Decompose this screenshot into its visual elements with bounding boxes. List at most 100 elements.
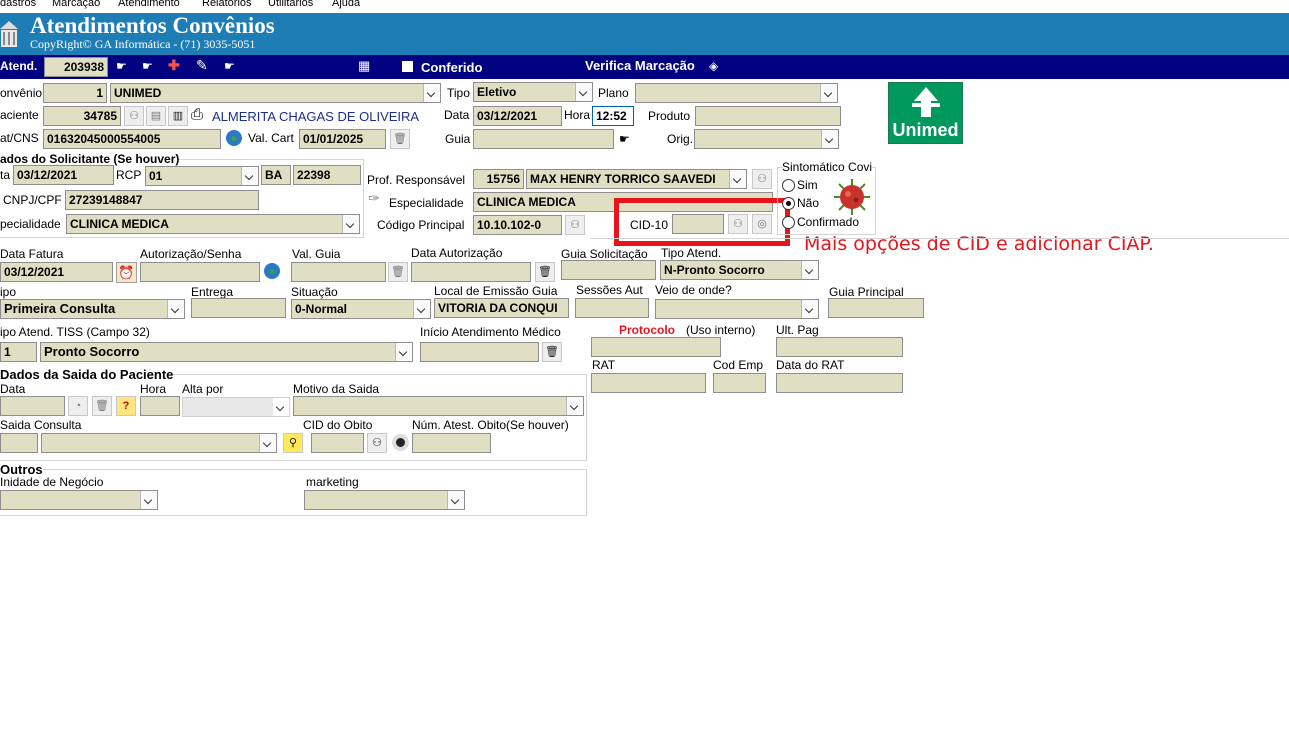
saida-hora-field[interactable] [140,396,180,416]
eraser-icon[interactable]: ◈ [709,59,718,73]
guia-principal-field[interactable] [828,298,924,318]
uf-field[interactable]: BA [261,165,291,185]
menu-relatorios[interactable]: Relatorios [202,0,252,9]
chevron-down-icon[interactable] [820,84,837,102]
calculator-icon[interactable]: ▦ [358,58,370,74]
target-icon[interactable]: ◎ [752,214,772,234]
tiss-select[interactable]: Pronto Socorro [40,342,413,362]
codigo-principal-field[interactable]: 10.10.102-0 [473,215,562,235]
data-rat-field[interactable] [776,373,903,393]
atend-number-field[interactable]: 203938 [44,57,108,77]
edit-document-icon[interactable]: ✎ [196,57,208,74]
marketing-select[interactable] [304,490,465,510]
binoculars-icon[interactable]: ⚇ [752,169,772,189]
chevron-down-icon[interactable] [273,398,289,416]
num-atest-field[interactable] [412,433,491,453]
trash-icon[interactable]: 🗑 [92,396,112,416]
conferido-checkbox[interactable] [402,61,413,72]
hora-field[interactable]: 12:52 [592,106,634,126]
data-autorizacao-field[interactable] [411,262,531,282]
ult-pag-field[interactable] [776,337,903,357]
globe-icon[interactable]: ● [226,130,242,146]
paciente-code-field[interactable]: 34785 [43,106,121,126]
val-guia-field[interactable] [291,262,386,282]
cod-emp-field[interactable] [713,373,766,393]
binoculars-icon[interactable]: ⚇ [728,214,748,234]
chevron-down-icon[interactable] [821,130,838,148]
guia-field[interactable] [473,129,614,149]
entrega-field[interactable] [191,298,286,318]
autorizacao-field[interactable] [140,262,260,282]
tipo-atend-select[interactable]: N-Pronto Socorro [660,260,819,280]
rcp-select[interactable]: 01 [145,166,259,186]
chevron-down-icon[interactable] [140,491,157,509]
prof-select[interactable]: MAX HENRY TORRICO SAAVEDI [526,169,747,189]
saida-consulta-code-field[interactable] [0,433,38,453]
cid10-field[interactable] [672,214,724,234]
guia-solicitacao-field[interactable] [561,260,656,280]
tipo-select[interactable]: Eletivo [473,82,593,102]
sessoes-aut-field[interactable] [575,298,649,318]
chevron-down-icon[interactable] [423,84,440,102]
trash-icon[interactable]: 🗑 [535,262,555,282]
globe-icon[interactable]: ● [264,263,280,279]
binoculars-icon[interactable]: ⚇ [367,433,387,453]
protocolo-field[interactable] [591,337,721,357]
chevron-down-icon[interactable] [413,300,430,318]
trash-icon[interactable]: 🗑 [542,342,562,362]
chevron-down-icon[interactable] [801,300,818,318]
motivo-saida-select[interactable] [293,396,584,416]
tipo2-select[interactable]: Primeira Consulta [0,299,185,319]
situacao-select[interactable]: 0-Normal [291,299,431,319]
veio-de-onde-select[interactable] [655,299,819,319]
notebook-icon[interactable]: ▥ [168,106,188,126]
trash-icon[interactable]: 🗑 [390,129,410,149]
record-icon[interactable] [392,434,409,451]
data-fatura-field[interactable]: 03/12/2021 [0,262,113,282]
pen-icon[interactable]: ✑ [368,190,380,207]
clock-icon[interactable]: ◔ [68,396,88,416]
cid-obito-field[interactable] [311,433,364,453]
val-cart-field[interactable]: 01/01/2025 [299,129,386,149]
chevron-down-icon[interactable] [259,434,276,452]
data-field[interactable]: 03/12/2021 [473,106,562,126]
menu-cadastros[interactable]: dastros [0,0,36,9]
hand-pointer-icon[interactable]: ☛ [142,59,153,73]
chevron-down-icon[interactable] [395,343,412,361]
unidade-negocio-select[interactable] [0,490,158,510]
add-icon[interactable]: ✚ [168,57,180,74]
hand-pointer-icon[interactable]: ☛ [224,59,235,73]
solicitante-data-field[interactable]: 03/12/2021 [13,165,114,185]
prof-code-field[interactable]: 15756 [473,169,524,189]
chevron-down-icon[interactable] [342,215,359,233]
radio-nao[interactable] [782,197,795,210]
menu-ajuda[interactable]: Ajuda [332,0,360,9]
document-icon[interactable]: ▤ [146,106,166,126]
local-emissao-field[interactable]: VITORIA DA CONQUI [434,298,569,318]
cnpj-field[interactable]: 27239148847 [65,190,259,210]
rat-field[interactable] [591,373,706,393]
cns-field[interactable]: 01632045000554005 [43,129,221,149]
chevron-down-icon[interactable] [801,261,818,279]
chevron-down-icon[interactable] [447,491,464,509]
alarm-clock-icon[interactable]: ⏰ [116,262,137,283]
plano-select[interactable] [635,83,838,103]
inicio-atendimento-field[interactable] [420,342,539,362]
saida-data-field[interactable] [0,396,65,416]
alta-por-select[interactable] [182,397,290,417]
menu-utilitarios[interactable]: Utilitarios [268,0,313,9]
printer-icon[interactable]: ⎙ [191,106,203,123]
hand-pointer-icon[interactable]: ☛ [116,59,127,73]
hand-pointer-icon[interactable]: ☛ [619,132,630,146]
convenio-select[interactable]: UNIMED [110,83,441,103]
chevron-down-icon[interactable] [241,167,258,185]
chevron-down-icon[interactable] [575,83,592,101]
radio-sim[interactable] [782,179,795,192]
walking-person-icon[interactable]: ⚲ [283,433,303,453]
orig-select[interactable] [694,129,839,149]
binoculars-icon[interactable]: ⚇ [124,106,144,126]
chevron-down-icon[interactable] [167,300,184,318]
chevron-down-icon[interactable] [566,397,583,415]
produto-field[interactable] [695,106,841,126]
trash-icon[interactable]: 🗑 [388,262,408,282]
